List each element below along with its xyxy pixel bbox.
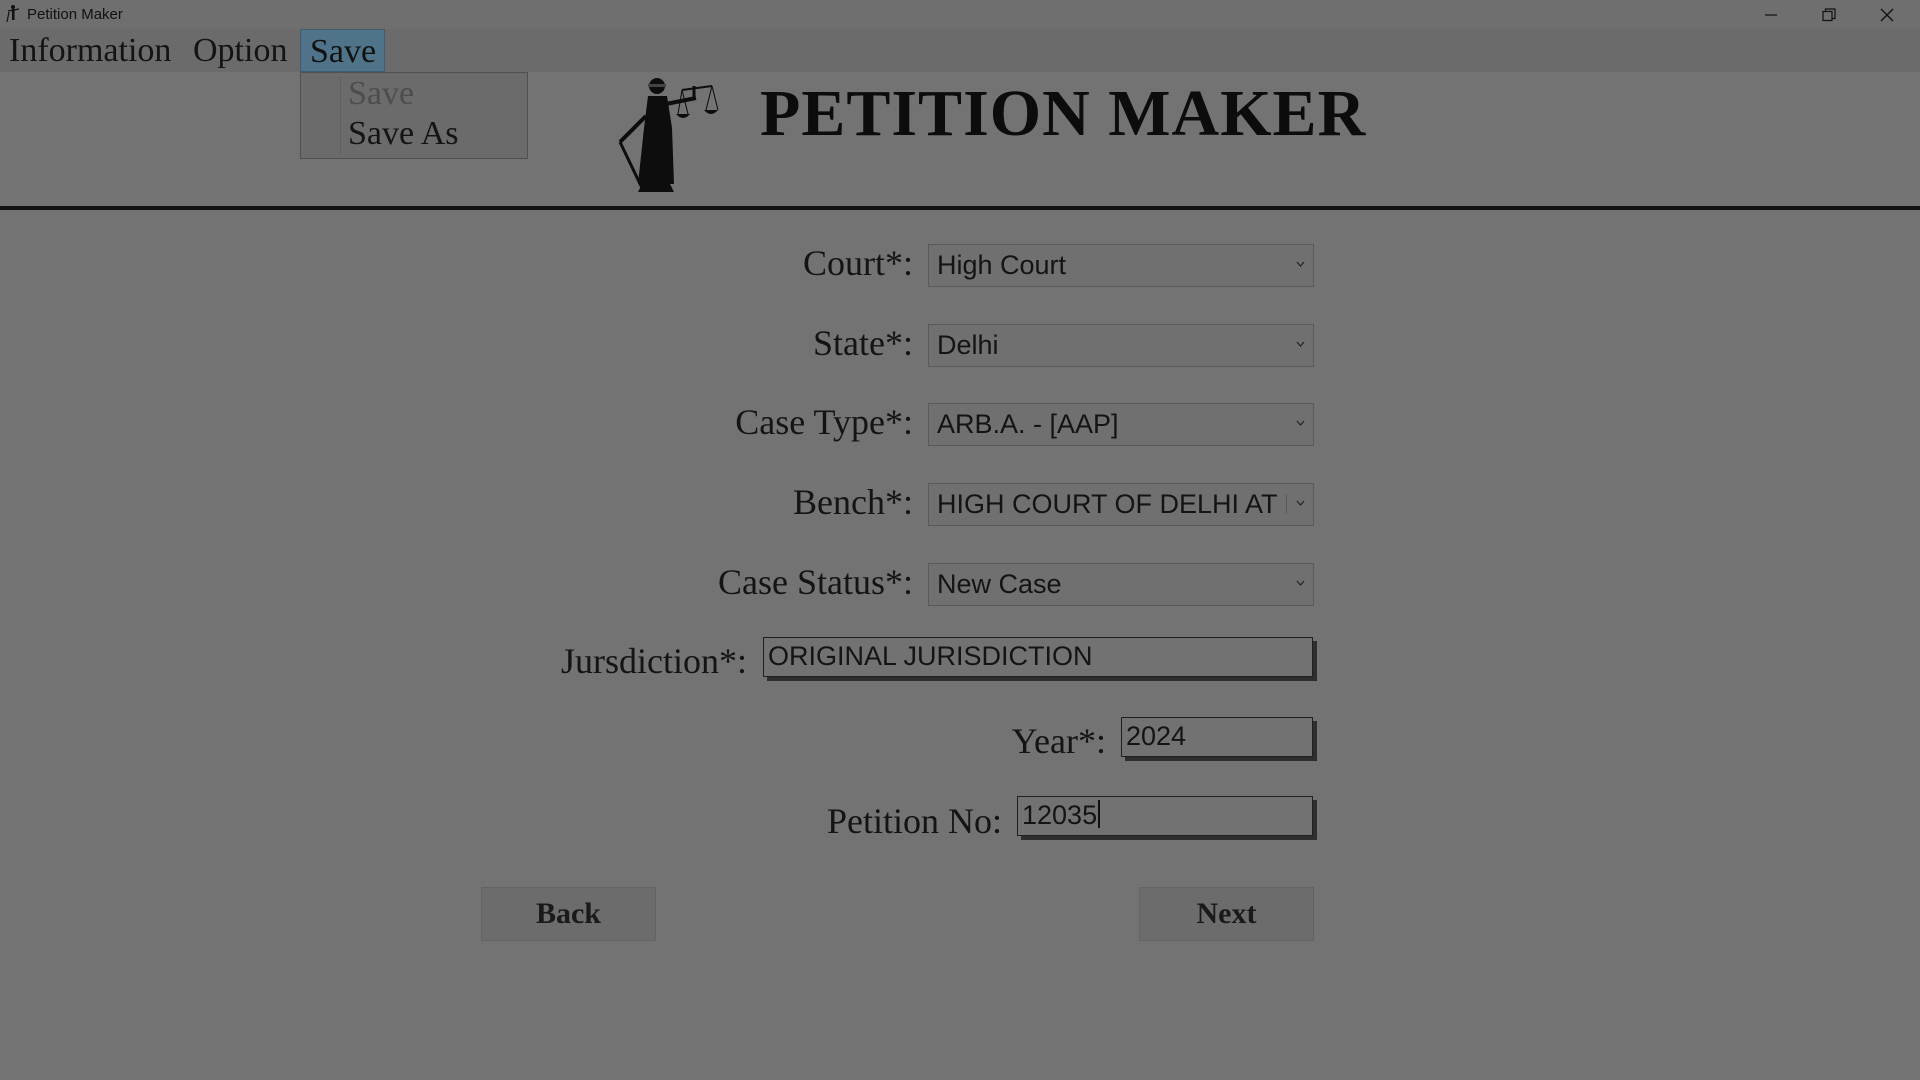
court-label: Court*: (802, 243, 913, 283)
bench-label: Bench*: (793, 482, 913, 522)
restore-icon (1822, 8, 1836, 22)
save-menu-dropdown: Save Save As (300, 72, 528, 159)
bench-select[interactable]: HIGH COURT OF DELHI AT NEW DELHI (928, 483, 1314, 526)
court-value: High Court (937, 250, 1067, 280)
close-button[interactable] (1858, 0, 1916, 29)
close-icon (1880, 8, 1894, 22)
menu-option[interactable]: Option (184, 29, 296, 72)
restore-button[interactable] (1800, 0, 1858, 29)
chevron-down-icon (1296, 261, 1305, 267)
window-title: Petition Maker (27, 6, 123, 23)
title-bar: Petition Maker (0, 0, 1920, 29)
text-cursor (1098, 800, 1101, 828)
jurisdiction-field[interactable]: ORIGINAL JURISDICTION (763, 637, 1313, 677)
state-label: State*: (813, 323, 913, 363)
justice-icon (6, 5, 20, 23)
app-heading: PETITION MAKER (760, 77, 1367, 150)
case-type-label: Case Type*: (735, 402, 913, 442)
menu-gutter (340, 77, 341, 155)
menu-save[interactable]: Save (300, 29, 385, 72)
chevron-down-icon (1296, 420, 1305, 426)
petition-no-label: Petition No: (826, 801, 1002, 841)
next-button[interactable]: Next (1139, 887, 1314, 941)
case-status-value: New Case (937, 569, 1062, 599)
chevron-down-icon (1296, 341, 1305, 347)
petition-no-value: 12035 (1022, 800, 1098, 830)
court-select[interactable]: High Court (928, 244, 1314, 287)
chevron-down-icon (1296, 500, 1305, 506)
state-value: Delhi (937, 330, 999, 360)
minimize-button[interactable] (1742, 0, 1800, 29)
jurisdiction-label: Jursdiction*: (561, 641, 747, 681)
menu-item-save[interactable]: Save (348, 75, 414, 113)
back-button[interactable]: Back (481, 887, 656, 941)
header-separator (0, 206, 1920, 210)
menu-information[interactable]: Information (0, 29, 180, 72)
lady-justice-icon (618, 78, 719, 192)
case-type-value: ARB.A. - [AAP] (937, 409, 1119, 439)
petition-no-field[interactable]: 12035 (1017, 796, 1313, 836)
year-label: Year*: (1011, 721, 1106, 761)
case-status-select[interactable]: New Case (928, 563, 1314, 606)
year-field[interactable]: 2024 (1121, 717, 1313, 757)
menu-bar: Information Option Save (0, 29, 1920, 72)
bench-value: HIGH COURT OF DELHI AT NEW DELHI (937, 489, 1287, 519)
chevron-down-icon (1296, 580, 1305, 586)
minimize-icon (1765, 14, 1777, 16)
menu-item-save-as[interactable]: Save As (348, 115, 459, 153)
case-type-select[interactable]: ARB.A. - [AAP] (928, 403, 1314, 446)
state-select[interactable]: Delhi (928, 324, 1314, 367)
case-status-label: Case Status*: (718, 562, 913, 602)
